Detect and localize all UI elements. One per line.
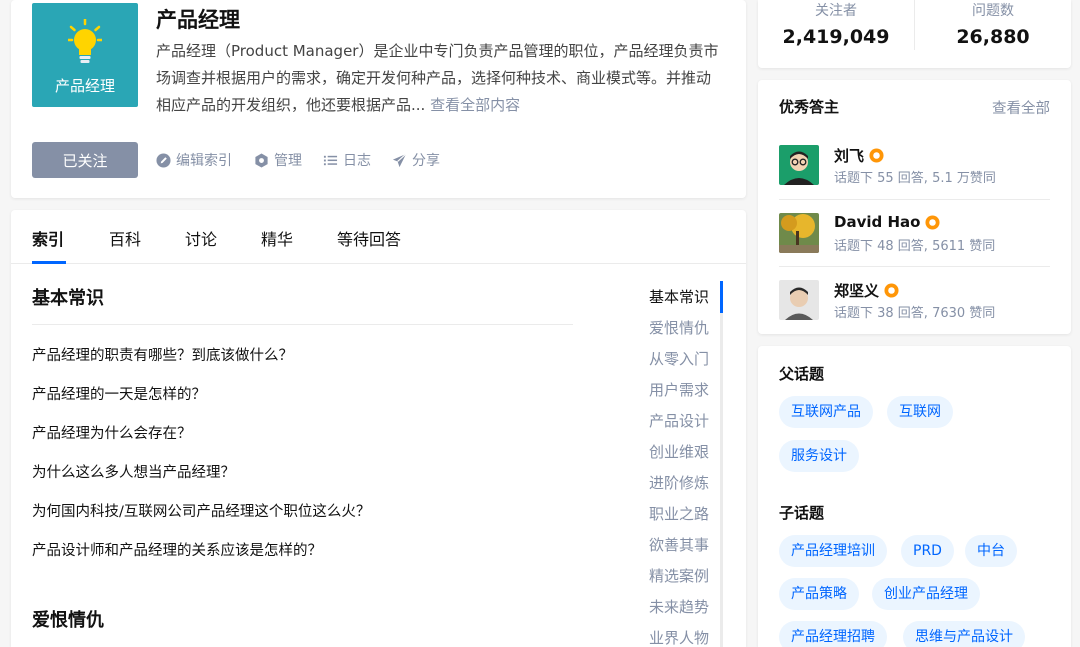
verified-badge-icon bbox=[884, 283, 899, 298]
question-link[interactable]: 产品经理的职责有哪些？到底该做什么？ bbox=[32, 344, 293, 365]
child-topic-tag[interactable]: 创业产品经理 bbox=[872, 578, 980, 610]
see-all-answerers-link[interactable]: 查看全部 bbox=[992, 97, 1050, 118]
parent-topic-tag[interactable]: 服务设计 bbox=[779, 440, 859, 472]
answerers-title: 优秀答主 bbox=[779, 98, 840, 116]
child-topic-tag[interactable]: 产品经理招聘 bbox=[779, 621, 887, 647]
answerer-stats: 话题下 38 回答, 7630 赞同 bbox=[834, 306, 996, 321]
questions-stat[interactable]: 问题数 26,880 bbox=[915, 0, 1071, 48]
section-title-love-hate: 爱恨情仇 bbox=[32, 610, 104, 631]
child-topic-tag[interactable]: PRD bbox=[901, 535, 954, 567]
nav-item-product-design[interactable]: 产品设计 bbox=[649, 410, 709, 431]
side-nav-active-indicator bbox=[720, 281, 723, 313]
nav-item-people[interactable]: 业界人物 bbox=[649, 627, 709, 647]
avatar[interactable] bbox=[779, 145, 819, 185]
topic-logo-text: 产品经理 bbox=[54, 77, 115, 95]
row-divider bbox=[779, 199, 1050, 200]
topic-title: 产品经理 bbox=[156, 8, 240, 32]
row-divider bbox=[779, 266, 1050, 267]
child-topic-tag[interactable]: 产品策略 bbox=[779, 578, 859, 610]
parent-topic-tag[interactable]: 互联网 bbox=[887, 396, 953, 428]
tab-discussion[interactable]: 讨论 bbox=[185, 226, 217, 250]
topic-description: 产品经理（Product Manager）是企业中专门负责产品管理的职位，产品经… bbox=[156, 38, 721, 119]
manage-button[interactable]: 管理 bbox=[254, 150, 302, 170]
topic-content-card: 索引 百科 讨论 精华 等待回答 基本常识 产品经理的职责有哪些？到底该做什么？… bbox=[11, 210, 746, 647]
log-button[interactable]: 日志 bbox=[323, 150, 371, 170]
answerer-row[interactable]: 郑坚义 话题下 38 回答, 7630 赞同 bbox=[779, 280, 1050, 347]
lightbulb-icon bbox=[68, 19, 102, 63]
edit-index-button[interactable]: 编辑索引 bbox=[156, 150, 232, 170]
tab-unanswered[interactable]: 等待回答 bbox=[337, 226, 401, 250]
nav-item-beginner[interactable]: 从零入门 bbox=[649, 348, 709, 369]
share-icon bbox=[392, 153, 407, 167]
child-topics-title: 子话题 bbox=[779, 504, 825, 522]
avatar[interactable] bbox=[779, 213, 819, 253]
nav-item-tools[interactable]: 欲善其事 bbox=[649, 534, 709, 555]
nav-item-user-needs[interactable]: 用户需求 bbox=[649, 379, 709, 400]
child-topic-tag[interactable]: 思维与产品设计 bbox=[903, 621, 1025, 647]
share-button[interactable]: 分享 bbox=[392, 150, 440, 170]
edit-icon bbox=[156, 152, 171, 168]
followers-label: 关注者 bbox=[815, 3, 857, 19]
list-icon bbox=[323, 155, 338, 165]
answerer-name: 刘飞 bbox=[834, 145, 884, 166]
verified-badge-icon bbox=[869, 148, 884, 163]
question-link[interactable]: 为何国内科技/互联网公司产品经理这个职位这么火？ bbox=[32, 500, 370, 521]
follow-button[interactable]: 已关注 bbox=[32, 142, 138, 178]
child-topic-tag[interactable]: 中台 bbox=[965, 535, 1017, 567]
side-nav-track bbox=[720, 281, 723, 647]
questions-count: 26,880 bbox=[956, 26, 1030, 48]
tab-index[interactable]: 索引 bbox=[32, 226, 64, 250]
nav-item-basics[interactable]: 基本常识 bbox=[649, 286, 709, 307]
topic-header-card: 产品经理 产品经理 产品经理（Product Manager）是企业中专门负责产… bbox=[11, 0, 746, 198]
section-title-basics: 基本常识 bbox=[32, 288, 104, 309]
answerer-name: 郑坚义 bbox=[834, 280, 899, 301]
answerer-row[interactable]: 刘飞 话题下 55 回答, 5.1 万赞同 bbox=[779, 145, 1050, 212]
nav-item-career[interactable]: 职业之路 bbox=[649, 503, 709, 524]
topic-stats-card: 关注者 2,419,049 问题数 26,880 bbox=[758, 0, 1071, 68]
section-divider bbox=[32, 324, 573, 325]
questions-label: 问题数 bbox=[972, 3, 1014, 19]
share-label: 分享 bbox=[412, 153, 440, 169]
tab-wiki[interactable]: 百科 bbox=[109, 226, 141, 250]
parent-topics-title: 父话题 bbox=[779, 365, 825, 383]
answerer-name: David Hao bbox=[834, 213, 940, 231]
answerer-stats: 话题下 55 回答, 5.1 万赞同 bbox=[834, 171, 996, 186]
followers-stat[interactable]: 关注者 2,419,049 bbox=[758, 0, 914, 48]
question-link[interactable]: 产品设计师和产品经理的关系应该是怎样的？ bbox=[32, 539, 322, 560]
manage-label: 管理 bbox=[274, 153, 302, 169]
child-topic-tag[interactable]: 产品经理培训 bbox=[779, 535, 887, 567]
nav-item-love-hate[interactable]: 爱恨情仇 bbox=[649, 317, 709, 338]
question-link[interactable]: 产品经理为什么会存在？ bbox=[32, 422, 192, 443]
verified-badge-icon bbox=[925, 214, 940, 230]
nav-item-cases[interactable]: 精选案例 bbox=[649, 565, 709, 586]
log-label: 日志 bbox=[343, 153, 371, 169]
tab-essence[interactable]: 精华 bbox=[261, 226, 293, 250]
related-topics-card: 父话题 互联网产品 互联网 服务设计 子话题 产品经理培训 PRD 中台 产品策… bbox=[758, 346, 1071, 647]
nav-item-trends[interactable]: 未来趋势 bbox=[649, 596, 709, 617]
top-answerers-card: 优秀答主 查看全部 刘飞 话题下 55 回答, 5.1 万赞同 David Ha… bbox=[758, 80, 1071, 334]
topic-logo: 产品经理 bbox=[32, 3, 138, 107]
answerer-row[interactable]: David Hao 话题下 48 回答, 5611 赞同 bbox=[779, 213, 1050, 280]
see-more-link[interactable]: 查看全部内容 bbox=[430, 96, 520, 114]
answerer-stats: 话题下 48 回答, 5611 赞同 bbox=[834, 239, 996, 254]
edit-index-label: 编辑索引 bbox=[176, 153, 232, 169]
followers-count: 2,419,049 bbox=[782, 26, 890, 48]
question-link[interactable]: 产品经理的一天是怎样的？ bbox=[32, 383, 206, 404]
avatar[interactable] bbox=[779, 280, 819, 320]
topic-tabs: 索引 百科 讨论 精华 等待回答 bbox=[11, 210, 746, 264]
nav-item-startup[interactable]: 创业维艰 bbox=[649, 441, 709, 462]
parent-topic-tag[interactable]: 互联网产品 bbox=[779, 396, 873, 428]
gear-icon bbox=[255, 152, 268, 168]
question-link[interactable]: 为什么这么多人想当产品经理？ bbox=[32, 461, 235, 482]
nav-item-advanced[interactable]: 进阶修炼 bbox=[649, 472, 709, 493]
active-tab-indicator bbox=[32, 261, 66, 264]
